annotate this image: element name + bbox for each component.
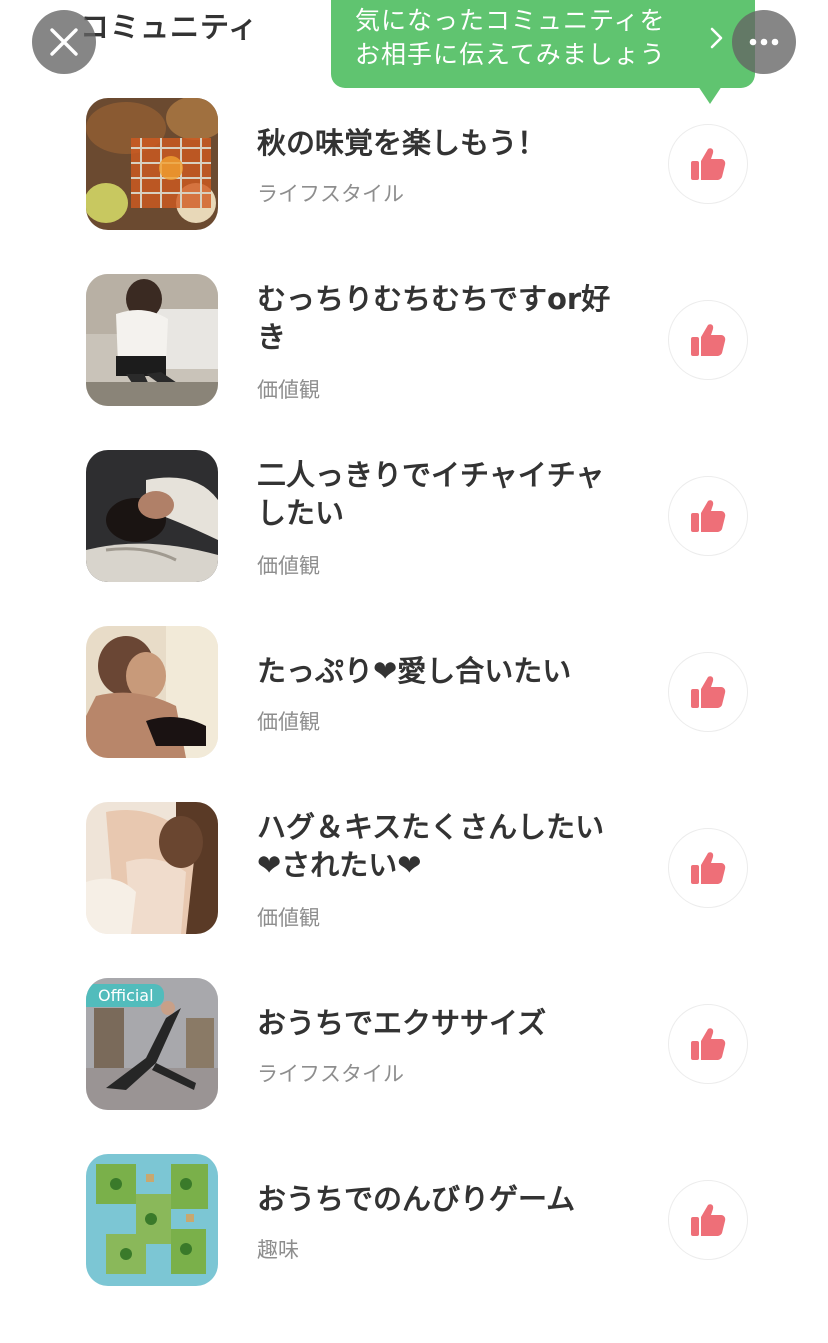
tooltip-line-2: お相手に伝えてみましょう bbox=[355, 40, 666, 69]
thumbs-up-icon bbox=[691, 676, 726, 708]
community-title-line: ❤されたい❤ bbox=[257, 848, 422, 882]
community-title-line: 二人っきりでイチャイチャ bbox=[257, 458, 605, 492]
like-button[interactable] bbox=[668, 828, 748, 908]
community-thumbnail bbox=[86, 802, 218, 934]
community-title-line: むっちりむちむちですor好 bbox=[257, 282, 611, 316]
thumbs-up-icon bbox=[691, 1204, 726, 1236]
list-item[interactable]: Official おうちでエクササイズ ライフスタイル bbox=[0, 978, 828, 1154]
like-button[interactable] bbox=[668, 476, 748, 556]
community-thumbnail: Official bbox=[86, 978, 218, 1110]
community-category: ライフスタイル bbox=[257, 1062, 404, 1086]
hint-tooltip[interactable]: 気になったコミュニティを お相手に伝えてみましょう bbox=[331, 0, 755, 88]
community-title: たっぷり❤愛し合いたい bbox=[257, 654, 572, 688]
page-title: コミュニティ bbox=[80, 10, 259, 44]
like-button[interactable] bbox=[668, 1004, 748, 1084]
community-title: 秋の味覚を楽しもう！ bbox=[257, 126, 547, 160]
thumbs-up-icon bbox=[691, 1028, 726, 1060]
community-category: 価値観 bbox=[257, 378, 320, 402]
community-category: 趣味 bbox=[257, 1238, 299, 1262]
thumbs-up-icon bbox=[691, 500, 726, 532]
close-icon bbox=[50, 28, 78, 56]
community-title: おうちでエクササイズ bbox=[257, 1006, 547, 1040]
thumbs-up-icon bbox=[691, 324, 726, 356]
list-item[interactable]: おうちでのんびりゲーム 趣味 bbox=[0, 1154, 828, 1330]
community-thumbnail bbox=[86, 450, 218, 582]
list-item[interactable]: 二人っきりでイチャイチャ したい 価値観 bbox=[0, 450, 828, 626]
close-button[interactable] bbox=[32, 10, 96, 74]
community-category: 価値観 bbox=[257, 710, 320, 734]
community-thumbnail bbox=[86, 1154, 218, 1286]
like-button[interactable] bbox=[668, 300, 748, 380]
community-title-line: き bbox=[257, 320, 287, 354]
chevron-right-icon bbox=[710, 27, 723, 49]
community-thumbnail bbox=[86, 274, 218, 406]
community-page: コミュニティ 気になったコミュニティを お相手に伝えてみましょう 秋の味覚を楽し… bbox=[0, 0, 828, 1343]
community-thumbnail bbox=[86, 98, 218, 230]
community-thumbnail bbox=[86, 626, 218, 758]
community-category: 価値観 bbox=[257, 554, 320, 578]
community-title: おうちでのんびりゲーム bbox=[257, 1182, 576, 1216]
thumbs-up-icon bbox=[691, 148, 726, 180]
list-item[interactable]: たっぷり❤愛し合いたい 価値観 bbox=[0, 626, 828, 802]
community-category: 価値観 bbox=[257, 906, 320, 930]
more-icon bbox=[749, 38, 779, 46]
like-button[interactable] bbox=[668, 124, 748, 204]
like-button[interactable] bbox=[668, 1180, 748, 1260]
community-title: ハグ＆キスたくさんしたい ❤されたい❤ bbox=[257, 808, 637, 884]
list-item[interactable]: ハグ＆キスたくさんしたい ❤されたい❤ 価値観 bbox=[0, 802, 828, 978]
list-item[interactable]: むっちりむちむちですor好 き 価値観 bbox=[0, 274, 828, 450]
like-button[interactable] bbox=[668, 652, 748, 732]
list-item[interactable]: 秋の味覚を楽しもう！ ライフスタイル bbox=[0, 98, 828, 274]
official-badge: Official bbox=[86, 984, 164, 1007]
community-category: ライフスタイル bbox=[257, 182, 404, 206]
community-title: むっちりむちむちですor好 き bbox=[257, 280, 637, 356]
community-title-line: したい bbox=[257, 496, 345, 530]
community-title: 二人っきりでイチャイチャ したい bbox=[257, 456, 637, 532]
more-options-button[interactable] bbox=[732, 10, 796, 74]
thumbs-up-icon bbox=[691, 852, 726, 884]
community-title-line: ハグ＆キスたくさんしたい bbox=[257, 810, 605, 844]
tooltip-line-1: 気になったコミュニティを bbox=[355, 6, 666, 35]
